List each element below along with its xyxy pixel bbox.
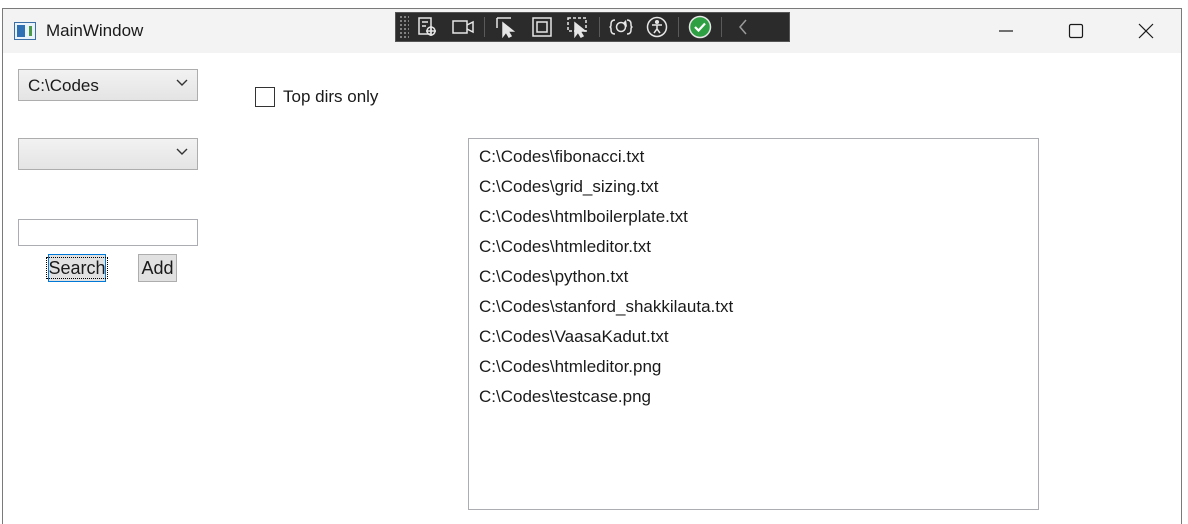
track-focus-icon[interactable] — [560, 13, 596, 41]
file-list-item[interactable]: C:\Codes\htmlboilerplate.txt — [469, 202, 1038, 232]
file-list-item[interactable]: C:\Codes\VaasaKadut.txt — [469, 322, 1038, 352]
close-icon — [1138, 23, 1154, 39]
app-icon — [14, 22, 36, 40]
search-button-label: Search — [46, 257, 108, 279]
accessibility-icon[interactable] — [639, 13, 675, 41]
window-title: MainWindow — [46, 21, 144, 40]
add-button[interactable]: Add — [138, 254, 177, 282]
second-combobox[interactable] — [18, 138, 198, 170]
add-button-label: Add — [141, 257, 174, 278]
file-list-item[interactable]: C:\Codes\stanford_shakkilauta.txt — [469, 292, 1038, 322]
checkmark-icon[interactable] — [682, 13, 718, 41]
file-listbox[interactable]: C:\Codes\fibonacci.txt C:\Codes\grid_sizi… — [468, 138, 1039, 510]
title-bar[interactable]: MainWindow — [3, 9, 1181, 53]
maximize-icon — [1068, 23, 1084, 39]
file-list-item[interactable]: C:\Codes\fibonacci.txt — [469, 142, 1038, 172]
toolbar-grip[interactable] — [399, 15, 409, 39]
path-combobox-value: C:\Codes — [28, 76, 99, 95]
top-dirs-checkbox[interactable] — [255, 87, 275, 107]
chevron-down-icon — [176, 79, 188, 86]
client-area: C:\Codes Search Add Top dirs only C:\Cod… — [3, 53, 1181, 524]
minimize-button[interactable] — [971, 9, 1041, 53]
search-input[interactable] — [18, 219, 198, 246]
main-window: MainWindow C:\Codes Search Add Top dirs … — [2, 8, 1182, 524]
file-list-item[interactable]: C:\Codes\grid_sizing.txt — [469, 172, 1038, 202]
display-layout-adorners-icon[interactable] — [524, 13, 560, 41]
file-list-item[interactable]: C:\Codes\htmleditor.txt — [469, 232, 1038, 262]
live-visual-tree-icon[interactable] — [409, 13, 445, 41]
select-element-icon[interactable] — [488, 13, 524, 41]
maximize-button[interactable] — [1041, 9, 1111, 53]
path-combobox[interactable]: C:\Codes — [18, 69, 198, 101]
minimize-icon — [999, 30, 1013, 32]
file-list-item[interactable]: C:\Codes\htmleditor.png — [469, 352, 1038, 382]
search-button[interactable]: Search — [46, 254, 108, 282]
collapse-chevron-icon[interactable] — [725, 13, 761, 41]
video-icon[interactable] — [445, 13, 481, 41]
file-list-item[interactable]: C:\Codes\python.txt — [469, 262, 1038, 292]
debug-toolbar — [395, 12, 790, 42]
top-dirs-label[interactable]: Top dirs only — [283, 87, 378, 107]
close-button[interactable] — [1111, 9, 1181, 53]
hot-reload-icon[interactable] — [603, 13, 639, 41]
file-list-item[interactable]: C:\Codes\testcase.png — [469, 382, 1038, 412]
chevron-down-icon — [176, 148, 188, 155]
